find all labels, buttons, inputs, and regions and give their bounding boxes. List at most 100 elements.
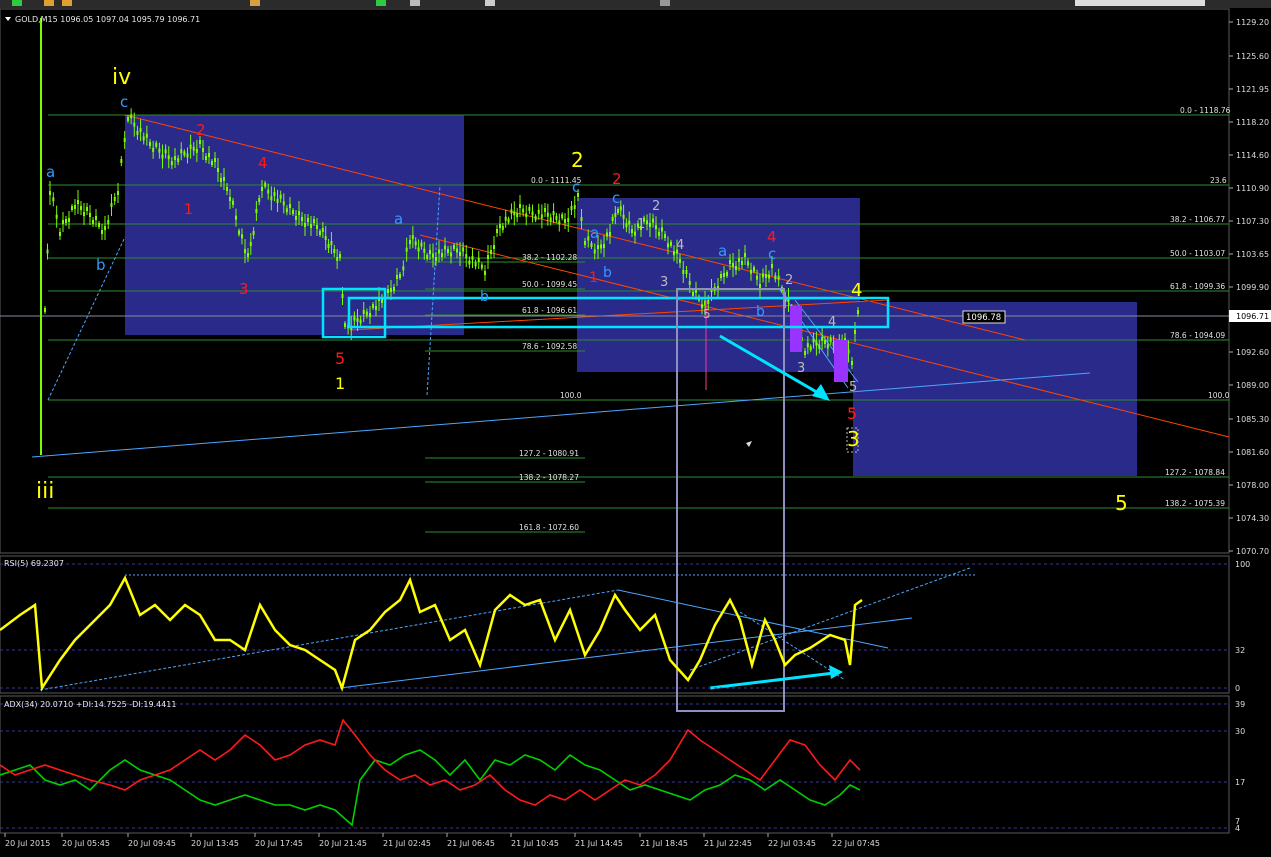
candle-body <box>261 187 263 191</box>
candle-body <box>658 231 660 236</box>
candle-body <box>544 208 546 212</box>
candle-body <box>750 269 752 274</box>
candle-body <box>310 224 312 228</box>
candle-body <box>133 122 136 127</box>
candle-body <box>573 205 576 209</box>
candle-body <box>316 225 318 229</box>
fib-level-label: 0.0 - 1118.76 <box>1180 106 1231 115</box>
adx-header: ADX(34) 20.0710 +DI:14.7525 -DI:19.4411 <box>4 700 176 709</box>
candle-body <box>396 275 398 279</box>
candle-body <box>52 197 55 202</box>
wave-label: c <box>120 93 128 111</box>
candle-body <box>356 318 359 322</box>
time-axis[interactable]: 20 Jul 2015 20 Jul 05:45 20 Jul 09:45 20 Ju… <box>4 833 880 848</box>
candle-body <box>55 214 58 219</box>
candle-body <box>120 159 123 163</box>
candle-body <box>685 270 688 274</box>
wave-label: 1 <box>184 202 193 218</box>
candle-body <box>255 209 258 213</box>
candle-body <box>307 218 309 222</box>
candle-body <box>587 236 590 241</box>
candle-body <box>327 244 330 248</box>
candle-body <box>857 310 859 314</box>
candle-body <box>344 323 346 327</box>
candle-body <box>229 197 231 201</box>
candle-body <box>747 261 749 266</box>
candle-body <box>319 231 321 235</box>
rsi-level-label: 32 <box>1235 646 1245 655</box>
price-tick-label: 1129.20 <box>1236 18 1269 27</box>
candle-body <box>149 142 151 146</box>
candle-body <box>777 275 780 280</box>
time-tick-label: 20 Jul 13:45 <box>191 839 239 848</box>
candle-body <box>513 211 516 216</box>
candle-body <box>86 207 88 211</box>
candle-body <box>537 209 540 214</box>
time-tick-label: 20 Jul 2015 <box>5 839 50 848</box>
candle-body <box>127 117 129 121</box>
candle-body <box>741 261 743 265</box>
price-tick-label: 1081.60 <box>1236 448 1269 457</box>
candle-body <box>423 248 426 253</box>
candle-body <box>673 251 675 256</box>
candle-body <box>510 209 513 214</box>
fib-level-label: 127.2 - 1080.91 <box>519 449 579 458</box>
candle-body <box>80 206 82 210</box>
candle-body <box>768 274 770 279</box>
candle-body <box>459 252 461 256</box>
candle-body <box>634 231 636 236</box>
price-tick-label: 1099.90 <box>1236 283 1269 292</box>
candle-body <box>649 223 651 227</box>
candle-body <box>549 217 552 222</box>
candle-body <box>411 235 414 240</box>
price-axis[interactable]: 1129.20 1125.60 1121.95 1118.20 1114.60 1110.… <box>1229 18 1269 556</box>
candle-body <box>353 316 356 321</box>
candle-body <box>619 206 622 211</box>
candle-body <box>480 264 483 269</box>
candle-body <box>62 220 64 224</box>
price-tick-label: 1114.60 <box>1236 151 1269 160</box>
candle-body <box>247 253 249 257</box>
candle-body <box>534 216 537 221</box>
candle-body <box>44 308 46 312</box>
candle-body <box>387 289 389 293</box>
wave-label: 4 <box>851 280 862 301</box>
candle-body <box>774 275 777 280</box>
candle-body <box>117 191 119 195</box>
candle-body <box>522 208 525 213</box>
wave-label: 1 <box>335 374 345 393</box>
current-price-tag: 1096.71 <box>1229 310 1271 322</box>
candle-body <box>829 337 832 342</box>
candle-body <box>606 232 608 237</box>
wave-label: a <box>46 163 55 181</box>
candle-body <box>450 252 452 257</box>
time-tick-label: 22 Jul 07:45 <box>832 839 880 848</box>
candle-body <box>603 244 605 248</box>
candle-body <box>771 264 773 268</box>
candle-body <box>593 249 596 254</box>
candle-body <box>375 306 377 310</box>
chart-canvas[interactable]: 0.0 - 1118.76 23.6 38.2 - 1106.77 50.0 - 11… <box>0 0 1271 857</box>
candle-body <box>202 148 204 152</box>
rsi-pane[interactable] <box>0 555 1230 694</box>
fib-level-label: 138.2 - 1078.27 <box>519 473 579 482</box>
candle-body <box>528 206 531 211</box>
candle-body <box>826 344 829 349</box>
candle-body <box>688 281 691 285</box>
candle-body <box>726 272 728 276</box>
wave-label: 3 <box>660 275 668 290</box>
candle-body <box>851 361 853 365</box>
adx-pane[interactable] <box>0 695 1230 834</box>
wave-label: 2 <box>612 170 622 188</box>
candle-body <box>89 213 91 217</box>
symbol-header: GOLD,M15 1096.05 1097.04 1095.79 1096.71 <box>15 15 200 24</box>
candle-body <box>130 114 133 119</box>
price-tick-label: 1121.95 <box>1236 85 1269 94</box>
candle-body <box>631 229 633 233</box>
candle-body <box>667 243 669 248</box>
candle-body <box>107 220 110 224</box>
candle-body <box>540 214 543 219</box>
candle-body <box>617 209 619 213</box>
candle-body <box>369 313 371 317</box>
candle-body <box>136 130 139 135</box>
